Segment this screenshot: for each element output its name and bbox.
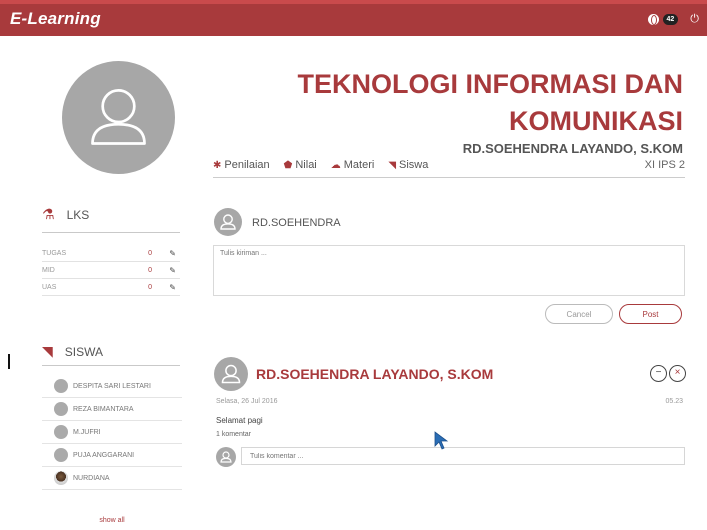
- lks-row-label: TUGAS: [42, 249, 67, 257]
- avatar: [54, 448, 68, 462]
- siswa-divider: [42, 365, 180, 366]
- pencil-icon[interactable]: ✎: [169, 283, 176, 292]
- tab-label: Materi: [343, 159, 375, 171]
- lks-heading: ⚗ LKS: [42, 206, 182, 223]
- text-cursor: [8, 354, 10, 369]
- lks-divider: [42, 232, 180, 233]
- post-textarea[interactable]: [213, 245, 685, 296]
- lks-row-label: UAS: [42, 283, 57, 291]
- globe-icon[interactable]: [647, 14, 659, 25]
- notification-badge[interactable]: 42: [662, 14, 679, 25]
- list-item[interactable]: REZA BIMANTARA: [42, 398, 182, 421]
- rss-icon: ◥: [388, 159, 397, 171]
- tab-label: Nilai: [295, 159, 317, 171]
- student-name: REZA BIMANTARA: [73, 405, 134, 413]
- tab-nilai[interactable]: ⬟ Nilai: [284, 159, 317, 171]
- gear-icon: ✱: [213, 159, 222, 171]
- lks-heading-label: LKS: [66, 207, 90, 222]
- lks-row-uas: UAS 0 ✎: [42, 279, 180, 296]
- student-list: DESPITA SARI LESTARI REZA BIMANTARA M.JU…: [42, 375, 182, 490]
- app-title[interactable]: E-Learning: [10, 9, 101, 29]
- power-icon[interactable]: ⏻: [690, 14, 699, 25]
- post-time: 05.23: [665, 398, 683, 405]
- comment-input[interactable]: [241, 447, 685, 465]
- avatar: [54, 402, 68, 416]
- tab-siswa[interactable]: ◥ Siswa: [388, 159, 428, 171]
- composer-avatar: [214, 208, 242, 236]
- pencil-icon[interactable]: ✎: [169, 249, 176, 258]
- avatar: [54, 379, 68, 393]
- student-name: PUJA ANGGARANI: [73, 451, 135, 459]
- comment-count[interactable]: 1 komentar: [216, 431, 251, 438]
- lks-row-value: 0: [148, 266, 152, 274]
- user-icon: [91, 89, 146, 145]
- student-name: NURDIANA: [73, 474, 110, 482]
- user-icon: [221, 364, 241, 384]
- flask-icon: ⚗: [42, 206, 55, 222]
- student-name: DESPITA SARI LESTARI: [73, 382, 151, 390]
- lks-table: TUGAS 0 ✎ MID 0 ✎ UAS 0 ✎: [42, 245, 180, 296]
- composer-name: RD.SOEHENDRA: [252, 217, 341, 229]
- show-all-link[interactable]: show all: [42, 517, 182, 524]
- list-item[interactable]: DESPITA SARI LESTARI: [42, 375, 182, 398]
- lks-row-tugas: TUGAS 0 ✎: [42, 245, 180, 262]
- siswa-heading: ◥ SISWA: [42, 343, 182, 360]
- lks-row-value: 0: [148, 283, 152, 291]
- post-author: RD.SOEHENDRA LAYANDO, S.KOM: [256, 366, 494, 382]
- post-date: Selasa, 26 Jul 2016: [216, 398, 278, 405]
- course-tabs: ✱ Penilaian ⬟ Nilai ☁ Materi ◥ Siswa XI …: [213, 159, 685, 178]
- rss-icon: ◥: [42, 343, 53, 359]
- student-name: M.JUFRI: [73, 428, 101, 436]
- tab-penilaian[interactable]: ✱ Penilaian: [213, 159, 270, 171]
- list-item[interactable]: M.JUFRI: [42, 421, 182, 444]
- list-item[interactable]: PUJA ANGGARANI: [42, 444, 182, 467]
- navbar-actions: 42 ⏻: [647, 14, 699, 25]
- user-icon: [220, 451, 232, 463]
- list-item[interactable]: NURDIANA: [42, 467, 182, 490]
- pencil-icon[interactable]: ✎: [169, 266, 176, 275]
- mouse-cursor-icon: [434, 431, 449, 450]
- avatar: [54, 471, 68, 485]
- avatar: [54, 425, 68, 439]
- comment-avatar: [216, 447, 236, 467]
- cloud-icon: ☁: [330, 159, 341, 171]
- course-title: TEKNOLOGI INFORMASI DAN KOMUNIKASI: [297, 69, 684, 136]
- lks-row-value: 0: [148, 249, 152, 257]
- post-avatar: [214, 357, 248, 391]
- lks-row-label: MID: [42, 266, 55, 274]
- shield-icon: ⬟: [283, 159, 293, 171]
- user-icon: [220, 214, 236, 230]
- tab-label: Penilaian: [224, 159, 270, 171]
- lks-row-mid: MID 0 ✎: [42, 262, 180, 279]
- post-button[interactable]: Post: [619, 304, 682, 324]
- post-body: Selamat pagi: [216, 416, 263, 425]
- minus-icon[interactable]: −: [650, 365, 667, 382]
- close-icon[interactable]: ×: [669, 365, 686, 382]
- profile-avatar: [62, 61, 175, 174]
- teacher-name: RD.SOEHENDRA LAYANDO, S.KOM: [462, 141, 683, 156]
- tab-materi[interactable]: ☁ Materi: [331, 159, 375, 171]
- tab-label: Siswa: [399, 159, 429, 171]
- top-navbar: E-Learning 42 ⏻: [0, 0, 707, 36]
- class-name: XI IPS 2: [644, 159, 685, 171]
- cancel-button[interactable]: Cancel: [545, 304, 613, 324]
- siswa-heading-label: SISWA: [64, 344, 104, 359]
